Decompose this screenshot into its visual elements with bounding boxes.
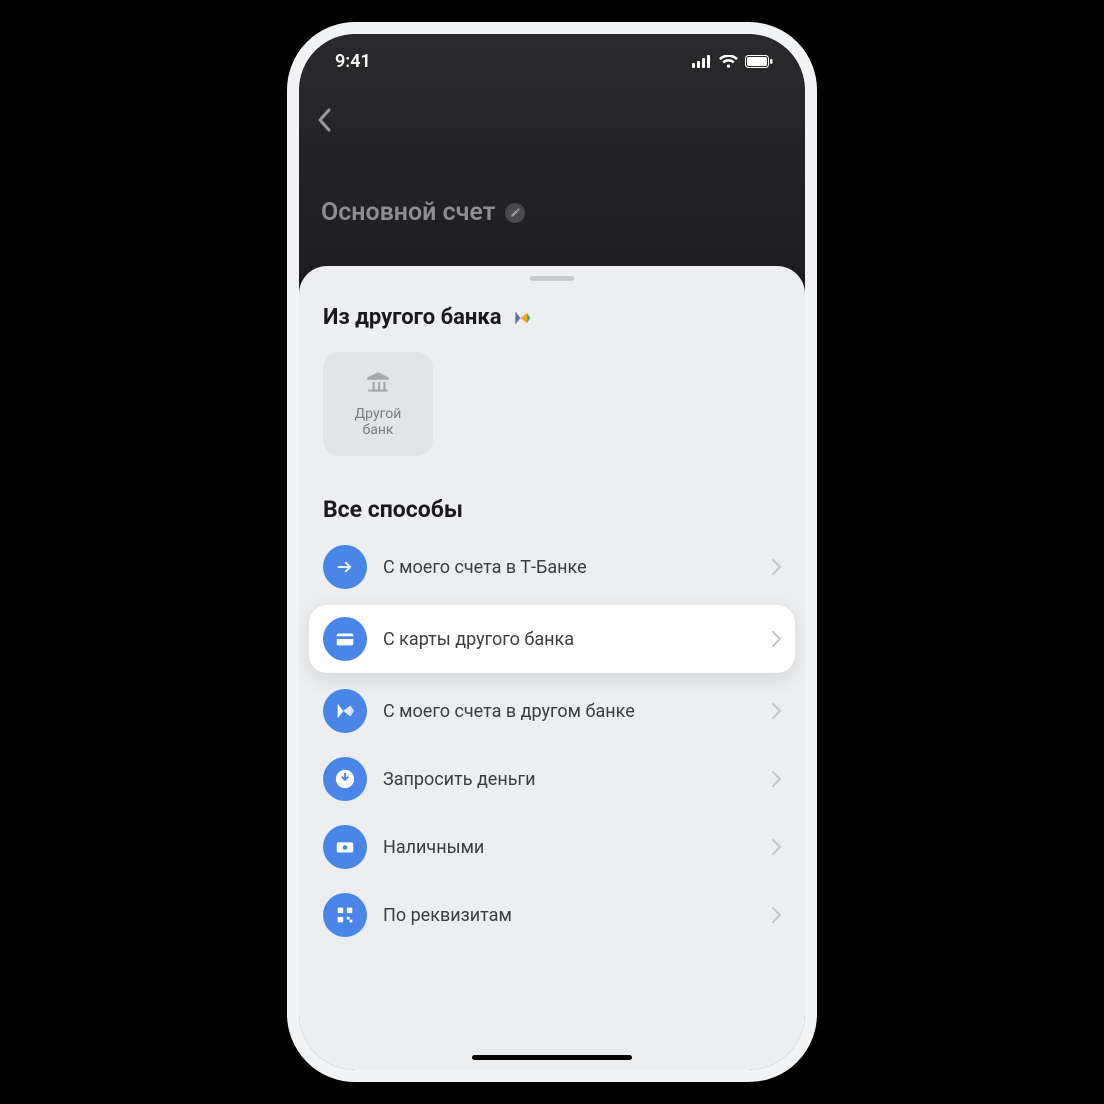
chevron-right-icon (772, 559, 781, 575)
battery-icon (745, 55, 773, 68)
status-bar: 9:41 (299, 34, 805, 88)
screen: 9:41 Основной счет Из другого (299, 34, 805, 1070)
method-label: С моего счета в другом банке (383, 701, 756, 722)
chevron-right-icon (772, 703, 781, 719)
from-other-bank-title: Из другого банка (323, 305, 502, 330)
method-label: Наличными (383, 837, 756, 858)
bank-icon (365, 370, 391, 396)
home-indicator[interactable] (472, 1055, 632, 1060)
download-icon (323, 757, 367, 801)
qr-icon (323, 893, 367, 937)
bottom-sheet: Из другого банка Другой банк Все способы… (299, 266, 805, 1070)
edit-account-button[interactable] (505, 203, 525, 223)
back-button[interactable] (317, 108, 331, 132)
chevron-right-icon (772, 771, 781, 787)
method-label: Запросить деньги (383, 769, 756, 790)
method-from-other-account[interactable]: С моего счета в другом банке (309, 677, 795, 745)
sheet-grabber[interactable] (530, 276, 574, 281)
method-label: По реквизитам (383, 905, 756, 926)
status-icons (692, 55, 773, 68)
sbp-logo-icon (512, 308, 532, 328)
card-icon (323, 617, 367, 661)
wifi-icon (719, 55, 738, 68)
account-title-row: Основной счет (299, 150, 805, 227)
other-bank-tile-label: Другой банк (355, 406, 402, 438)
arrow-right-icon (323, 545, 367, 589)
method-request-money[interactable]: Запросить деньги (309, 745, 795, 813)
from-other-bank-title-row: Из другого банка (299, 301, 805, 346)
method-label: С моего счета в Т‑Банке (383, 557, 756, 578)
all-methods-title: Все способы (299, 456, 805, 533)
chevron-right-icon (772, 631, 781, 647)
phone-frame: 9:41 Основной счет Из другого (287, 22, 817, 1082)
sbp-icon (323, 689, 367, 733)
method-cash[interactable]: Наличными (309, 813, 795, 881)
method-label: С карты другого банка (383, 629, 756, 650)
method-from-other-card[interactable]: С карты другого банка (309, 605, 795, 673)
method-by-requisites[interactable]: По реквизитам (309, 881, 795, 949)
account-title: Основной счет (321, 198, 495, 227)
other-bank-tile[interactable]: Другой банк (323, 352, 433, 456)
chevron-right-icon (772, 839, 781, 855)
methods-list: С моего счета в Т‑Банке С карты другого … (299, 533, 805, 949)
method-from-my-tbank[interactable]: С моего счета в Т‑Банке (309, 533, 795, 601)
cash-icon (323, 825, 367, 869)
chevron-right-icon (772, 907, 781, 923)
status-time: 9:41 (335, 51, 371, 72)
pencil-icon (510, 207, 521, 218)
cellular-icon (692, 55, 712, 68)
